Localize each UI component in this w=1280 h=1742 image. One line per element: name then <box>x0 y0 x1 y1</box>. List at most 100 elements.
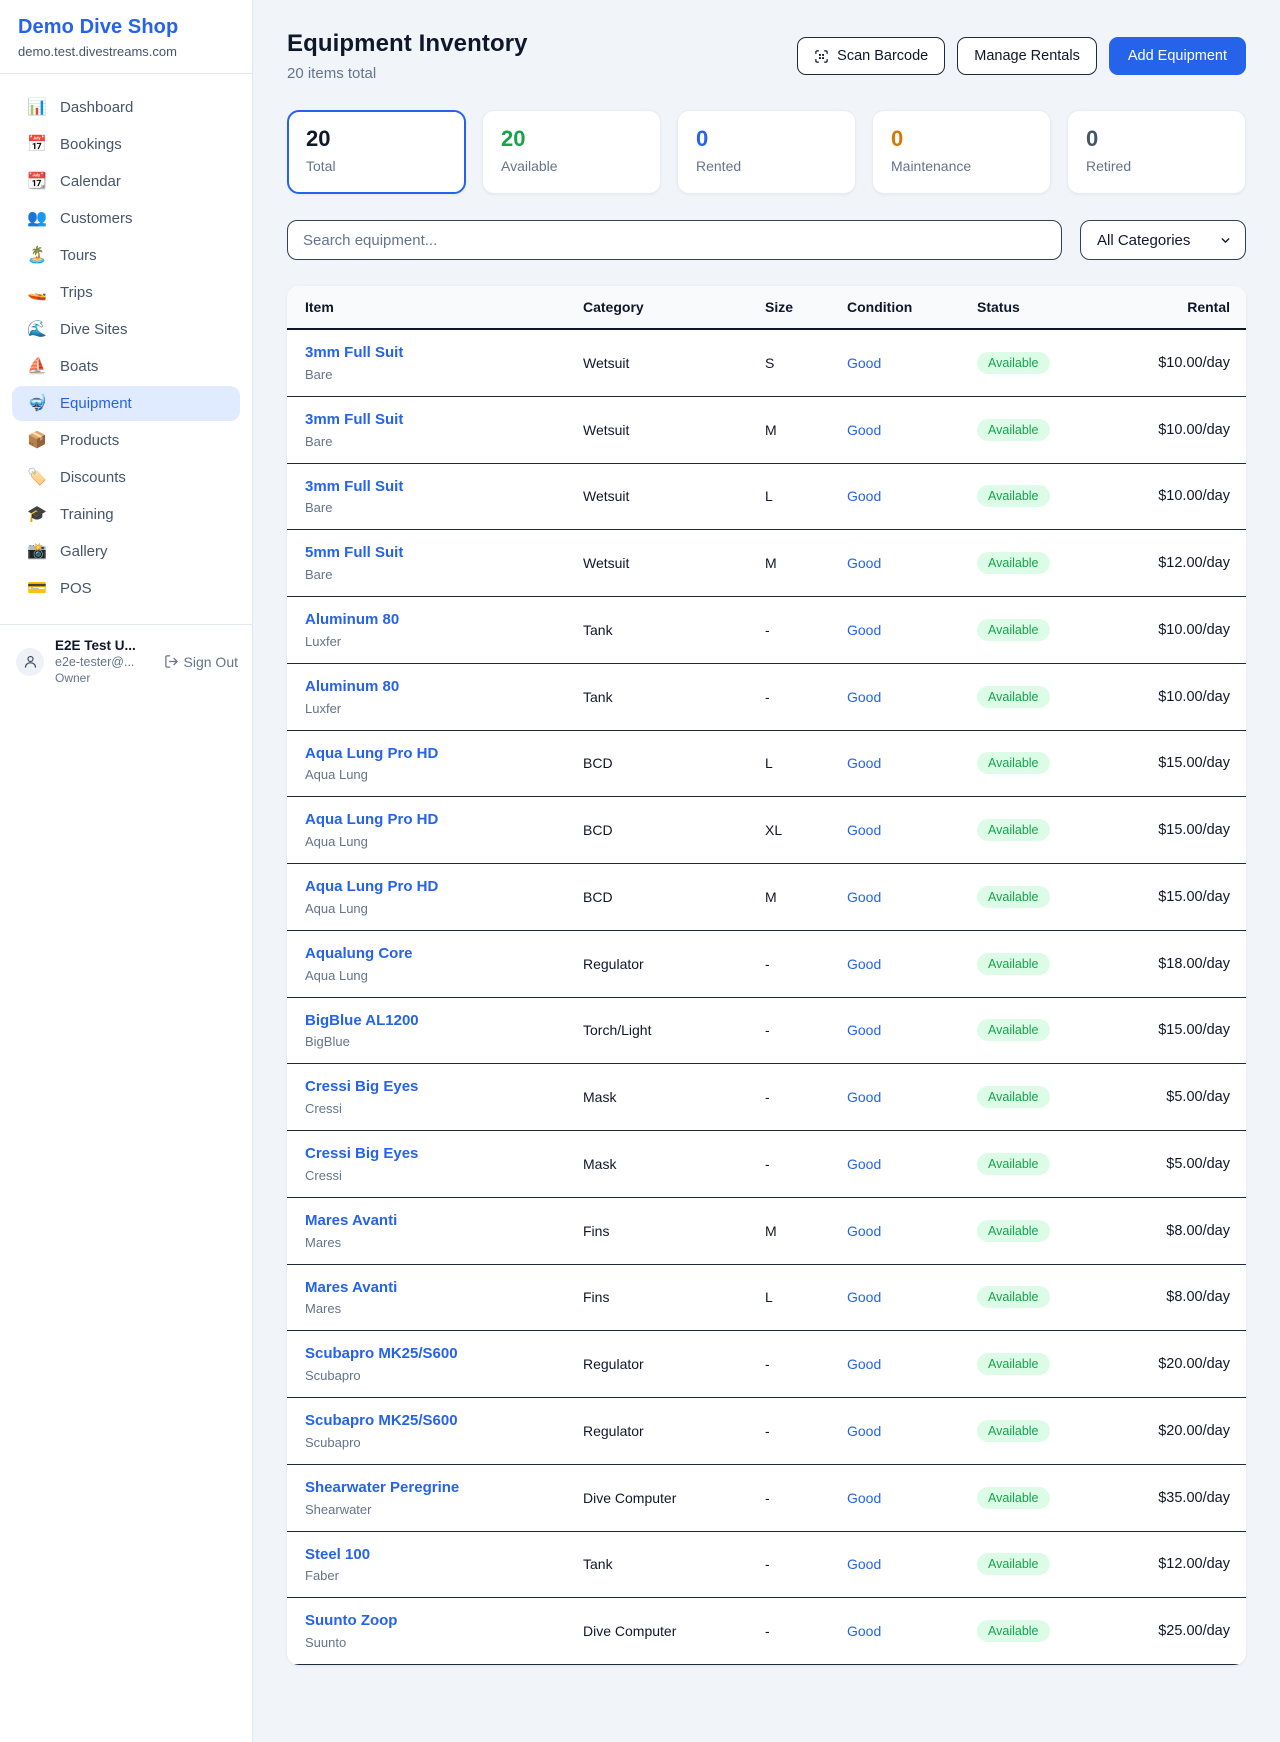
item-condition-link[interactable]: Good <box>847 1223 881 1239</box>
item-name-link[interactable]: Scubapro MK25/S600 <box>305 1345 583 1364</box>
item-name-link[interactable]: 3mm Full Suit <box>305 478 583 497</box>
item-size: - <box>765 1531 847 1598</box>
item-condition-link[interactable]: Good <box>847 889 881 905</box>
item-name-link[interactable]: Mares Avanti <box>305 1212 583 1231</box>
column-header-rental: Rental <box>1107 286 1246 329</box>
item-name-link[interactable]: Cressi Big Eyes <box>305 1078 583 1097</box>
item-brand: Mares <box>305 1301 583 1316</box>
item-size: L <box>765 730 847 797</box>
sidebar-nav-item[interactable]: 💳 POS <box>12 571 240 606</box>
column-header-status: Status <box>977 286 1107 329</box>
item-condition-link[interactable]: Good <box>847 422 881 438</box>
manage-rentals-button[interactable]: Manage Rentals <box>957 37 1097 75</box>
item-condition-link[interactable]: Good <box>847 1289 881 1305</box>
item-name-link[interactable]: 5mm Full Suit <box>305 544 583 563</box>
item-condition-link[interactable]: Good <box>847 555 881 571</box>
avatar <box>16 648 44 676</box>
item-name-link[interactable]: Aqua Lung Pro HD <box>305 878 583 897</box>
nav-item-label: Dive Sites <box>60 321 128 338</box>
sidebar-nav-item[interactable]: ⛵ Boats <box>12 349 240 384</box>
sidebar-nav-item[interactable]: 🎓 Training <box>12 497 240 532</box>
nav-item-label: Boats <box>60 358 98 375</box>
item-name-link[interactable]: Aqualung Core <box>305 945 583 964</box>
item-size: - <box>765 1398 847 1465</box>
item-name-link[interactable]: Aluminum 80 <box>305 678 583 697</box>
item-name-link[interactable]: Aqua Lung Pro HD <box>305 811 583 830</box>
stat-label: Maintenance <box>891 158 1032 174</box>
add-equipment-button[interactable]: Add Equipment <box>1109 37 1246 75</box>
item-name-link[interactable]: Mares Avanti <box>305 1279 583 1298</box>
status-badge: Available <box>977 419 1050 441</box>
item-name-link[interactable]: Aluminum 80 <box>305 611 583 630</box>
item-brand: Cressi <box>305 1168 583 1183</box>
stat-label: Retired <box>1086 158 1227 174</box>
item-category: BCD <box>583 864 765 931</box>
sidebar-nav-item[interactable]: 👥 Customers <box>12 201 240 236</box>
stat-card[interactable]: 20 Total <box>287 110 466 194</box>
item-name-link[interactable]: 3mm Full Suit <box>305 344 583 363</box>
nav-item-icon: 📦 <box>26 433 48 449</box>
table-header-row: Item Category Size Condition Status Rent… <box>287 286 1246 329</box>
items-total-count: 20 items total <box>287 65 528 82</box>
item-condition-link[interactable]: Good <box>847 822 881 838</box>
sidebar-nav-item[interactable]: 📅 Bookings <box>12 127 240 162</box>
item-condition-link[interactable]: Good <box>847 1423 881 1439</box>
item-name-link[interactable]: Suunto Zoop <box>305 1612 583 1631</box>
status-badge: Available <box>977 552 1050 574</box>
sidebar-nav-item[interactable]: 📆 Calendar <box>12 164 240 199</box>
stat-card[interactable]: 0 Retired <box>1067 110 1246 194</box>
item-condition-link[interactable]: Good <box>847 1556 881 1572</box>
item-rental-rate: $10.00/day <box>1107 329 1246 396</box>
scan-barcode-button[interactable]: Scan Barcode <box>797 37 945 75</box>
item-rental-rate: $8.00/day <box>1107 1264 1246 1331</box>
item-name-link[interactable]: Aqua Lung Pro HD <box>305 745 583 764</box>
item-name-link[interactable]: Cressi Big Eyes <box>305 1145 583 1164</box>
person-icon <box>23 654 38 669</box>
item-rental-rate: $10.00/day <box>1107 597 1246 664</box>
item-condition-link[interactable]: Good <box>847 1356 881 1372</box>
sidebar-nav-item[interactable]: 🌊 Dive Sites <box>12 312 240 347</box>
item-name-link[interactable]: Steel 100 <box>305 1546 583 1565</box>
nav-item-label: Training <box>60 506 114 523</box>
item-brand: Suunto <box>305 1635 583 1650</box>
sidebar-nav-item[interactable]: 📊 Dashboard <box>12 90 240 125</box>
category-select[interactable]: All Categories <box>1080 220 1246 260</box>
item-category: Wetsuit <box>583 396 765 463</box>
sidebar-nav-item[interactable]: 📦 Products <box>12 423 240 458</box>
sidebar-nav-item[interactable]: 📸 Gallery <box>12 534 240 569</box>
stat-card[interactable]: 20 Available <box>482 110 661 194</box>
sidebar-nav-item[interactable]: 🚤 Trips <box>12 275 240 310</box>
brand-name[interactable]: Demo Dive Shop <box>18 16 234 39</box>
item-condition-link[interactable]: Good <box>847 488 881 504</box>
item-name-link[interactable]: Scubapro MK25/S600 <box>305 1412 583 1431</box>
item-condition-link[interactable]: Good <box>847 1022 881 1038</box>
stat-card[interactable]: 0 Rented <box>677 110 856 194</box>
item-brand: Scubapro <box>305 1368 583 1383</box>
sidebar-nav-item[interactable]: 🤿 Equipment <box>12 386 240 421</box>
item-category: Wetsuit <box>583 463 765 530</box>
item-condition-link[interactable]: Good <box>847 1623 881 1639</box>
status-badge: Available <box>977 1286 1050 1308</box>
item-rental-rate: $25.00/day <box>1107 1598 1246 1665</box>
sidebar-nav-item[interactable]: 🏷️ Discounts <box>12 460 240 495</box>
item-name-link[interactable]: 3mm Full Suit <box>305 411 583 430</box>
nav-item-label: POS <box>60 580 92 597</box>
page-title-block: Equipment Inventory 20 items total <box>287 30 528 82</box>
item-name-link[interactable]: BigBlue AL1200 <box>305 1012 583 1031</box>
item-condition-link[interactable]: Good <box>847 755 881 771</box>
item-condition-link[interactable]: Good <box>847 1490 881 1506</box>
sign-out-button[interactable]: Sign Out <box>164 654 238 670</box>
item-condition-link[interactable]: Good <box>847 1156 881 1172</box>
item-size: - <box>765 1598 847 1665</box>
item-condition-link[interactable]: Good <box>847 689 881 705</box>
item-name-link[interactable]: Shearwater Peregrine <box>305 1479 583 1498</box>
search-input[interactable] <box>287 220 1062 260</box>
item-brand: Shearwater <box>305 1502 583 1517</box>
item-condition-link[interactable]: Good <box>847 956 881 972</box>
item-condition-link[interactable]: Good <box>847 1089 881 1105</box>
sidebar-nav-item[interactable]: 🏝️ Tours <box>12 238 240 273</box>
item-condition-link[interactable]: Good <box>847 355 881 371</box>
stat-card[interactable]: 0 Maintenance <box>872 110 1051 194</box>
item-condition-link[interactable]: Good <box>847 622 881 638</box>
table-row: Aluminum 80 Luxfer Tank - Good Available… <box>287 663 1246 730</box>
